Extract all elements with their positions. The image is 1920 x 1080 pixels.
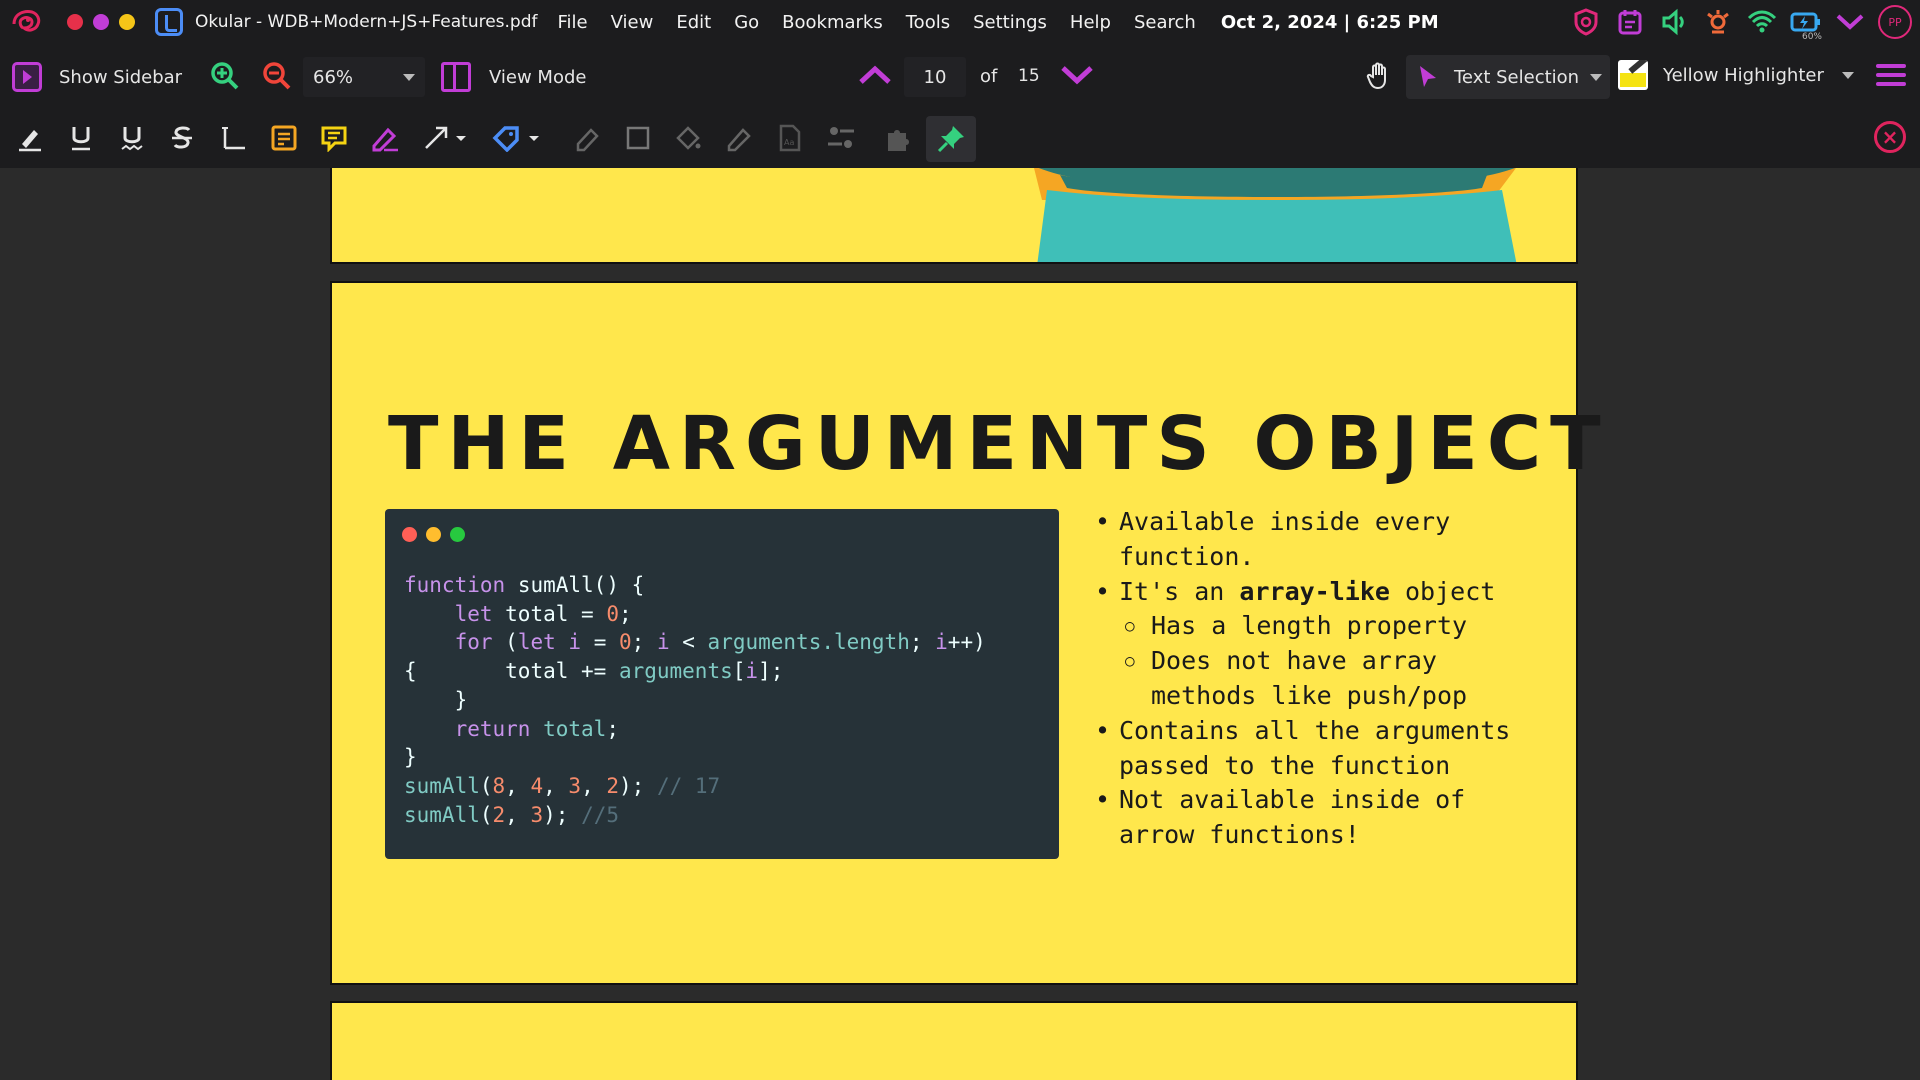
bullet-array-like: It's an array-like object (1095, 575, 1545, 610)
caret-down-icon (1841, 71, 1854, 79)
code-dot-yellow (426, 527, 441, 542)
bullet-list: Available inside every function. It's an… (1095, 505, 1545, 853)
menu-settings[interactable]: Settings (973, 12, 1047, 33)
zoom-value: 66% (313, 66, 354, 88)
close-annotation-bar-icon[interactable]: × (1874, 121, 1906, 153)
hand-tool-icon[interactable] (1365, 61, 1393, 95)
show-sidebar-label: Show Sidebar (59, 66, 183, 88)
caret-down-icon (1590, 74, 1602, 81)
arrow-icon[interactable] (420, 122, 472, 154)
underline-icon[interactable] (65, 122, 97, 154)
view-mode-icon (441, 62, 471, 92)
note-icon[interactable] (268, 122, 300, 154)
previous-page (330, 168, 1578, 264)
menu-help[interactable]: Help (1070, 12, 1111, 33)
selection-mode-dropdown[interactable]: Text Selection (1406, 55, 1610, 99)
code-dot-red (402, 527, 417, 542)
code-dot-green (450, 527, 465, 542)
stamp-icon[interactable] (490, 122, 546, 154)
menu-file[interactable]: File (558, 12, 588, 33)
code-block: function sumAll() { let total = 0; for (… (404, 573, 986, 827)
annotation-tool-dropdown[interactable]: Yellow Highlighter (1618, 60, 1854, 90)
sidebar-icon (12, 62, 42, 92)
top-bar: Okular - WDB+Modern+JS+Features.pdf File… (0, 0, 1920, 44)
slide-title: THE ARGUMENTS OBJECT (388, 401, 1610, 487)
clock[interactable]: Oct 2, 2024 | 6:25 PM (1221, 12, 1439, 33)
system-tray: 60% PP (1570, 4, 1912, 42)
code-window-dots (402, 527, 465, 542)
pin-icon[interactable] (926, 116, 976, 162)
bug-icon[interactable] (1702, 4, 1734, 40)
inline-note-icon[interactable] (318, 122, 350, 154)
highlighter-icon[interactable] (14, 122, 46, 154)
main-toolbar: Show Sidebar 66% View Mode 10 of 15 Text… (0, 44, 1920, 108)
hamburger-menu-icon[interactable] (1876, 64, 1906, 91)
previous-page-icon[interactable] (858, 64, 892, 90)
volume-icon[interactable] (1658, 4, 1690, 40)
shield-icon[interactable] (1570, 4, 1602, 40)
battery-percent: 60% (1801, 32, 1822, 42)
cursor-icon (1420, 66, 1436, 87)
menu-bookmarks[interactable]: Bookmarks (782, 12, 883, 33)
doc-icon[interactable]: Aa (774, 122, 806, 154)
zoom-select[interactable]: 66% (303, 57, 425, 97)
menu-go[interactable]: Go (734, 12, 759, 33)
freehand-icon[interactable] (369, 122, 401, 154)
bullet-available: Available inside every function. (1095, 505, 1545, 575)
page-number-input[interactable]: 10 (904, 57, 966, 97)
bullet-array-like-post: object (1389, 576, 1496, 606)
current-page: THE ARGUMENTS OBJECT function sumAll() {… (330, 281, 1601, 985)
menu-bar: File View Edit Go Bookmarks Tools Settin… (558, 12, 1219, 33)
show-sidebar-button[interactable]: Show Sidebar (12, 62, 182, 92)
eraser-icon[interactable] (571, 122, 603, 154)
chevron-down-icon[interactable] (1834, 4, 1866, 40)
bullet-contains: Contains all the arguments passed to the… (1095, 714, 1545, 784)
next-page (330, 1001, 1578, 1080)
document-view[interactable]: THE ARGUMENTS OBJECT function sumAll() {… (0, 168, 1920, 1080)
wifi-icon[interactable] (1746, 4, 1778, 40)
calendar-icon[interactable] (1614, 4, 1646, 40)
okular-app-icon (155, 8, 183, 36)
slide-illustration (1034, 168, 1517, 262)
menu-edit[interactable]: Edit (676, 12, 711, 33)
menu-search[interactable]: Search (1134, 12, 1196, 33)
annotation-toolbar: Aa × (0, 108, 1920, 168)
caret-down-icon (403, 73, 415, 81)
close-window-button[interactable] (67, 14, 83, 30)
highlighter-icon (1618, 60, 1648, 90)
view-mode-button[interactable]: View Mode (441, 62, 586, 92)
subbullet-no-methods: Does not have array methods like push/po… (1095, 644, 1545, 714)
strikeout-icon[interactable] (166, 122, 198, 154)
menu-tools[interactable]: Tools (906, 12, 950, 33)
minimize-window-button[interactable] (93, 14, 109, 30)
settings-icon[interactable] (825, 122, 857, 154)
squiggle-icon[interactable] (116, 122, 148, 154)
bullet-not-arrow: Not available inside of arrow functions! (1095, 783, 1545, 853)
bullet-array-like-bold: array-like (1239, 576, 1390, 606)
rectangle-icon[interactable] (622, 122, 654, 154)
maximize-window-button[interactable] (119, 14, 135, 30)
svg-text:Aa: Aa (784, 138, 794, 147)
battery-icon[interactable]: 60% (1790, 4, 1822, 42)
fill-icon[interactable] (672, 122, 704, 154)
selection-mode-label: Text Selection (1454, 66, 1580, 88)
annotation-tool-label: Yellow Highlighter (1663, 64, 1824, 86)
view-mode-label: View Mode (489, 66, 587, 88)
zoom-in-icon[interactable] (210, 61, 240, 95)
distro-logo-icon[interactable] (9, 5, 43, 39)
next-page-icon[interactable] (1060, 64, 1094, 90)
zoom-out-icon[interactable] (262, 61, 292, 95)
code-window: function sumAll() { let total = 0; for (… (385, 509, 1059, 859)
bullet-array-like-pre: It's an (1119, 576, 1240, 606)
window-controls (67, 14, 135, 30)
avatar[interactable]: PP (1878, 5, 1912, 39)
page-total: 15 (1018, 66, 1040, 86)
puzzle-icon[interactable] (883, 122, 915, 154)
menu-view[interactable]: View (611, 12, 654, 33)
page-of-label: of (980, 66, 998, 87)
window-title: Okular - WDB+Modern+JS+Features.pdf (195, 12, 538, 32)
pen-icon[interactable] (723, 122, 755, 154)
typewriter-icon[interactable] (217, 122, 249, 154)
subbullet-length: Has a length property (1095, 609, 1545, 644)
